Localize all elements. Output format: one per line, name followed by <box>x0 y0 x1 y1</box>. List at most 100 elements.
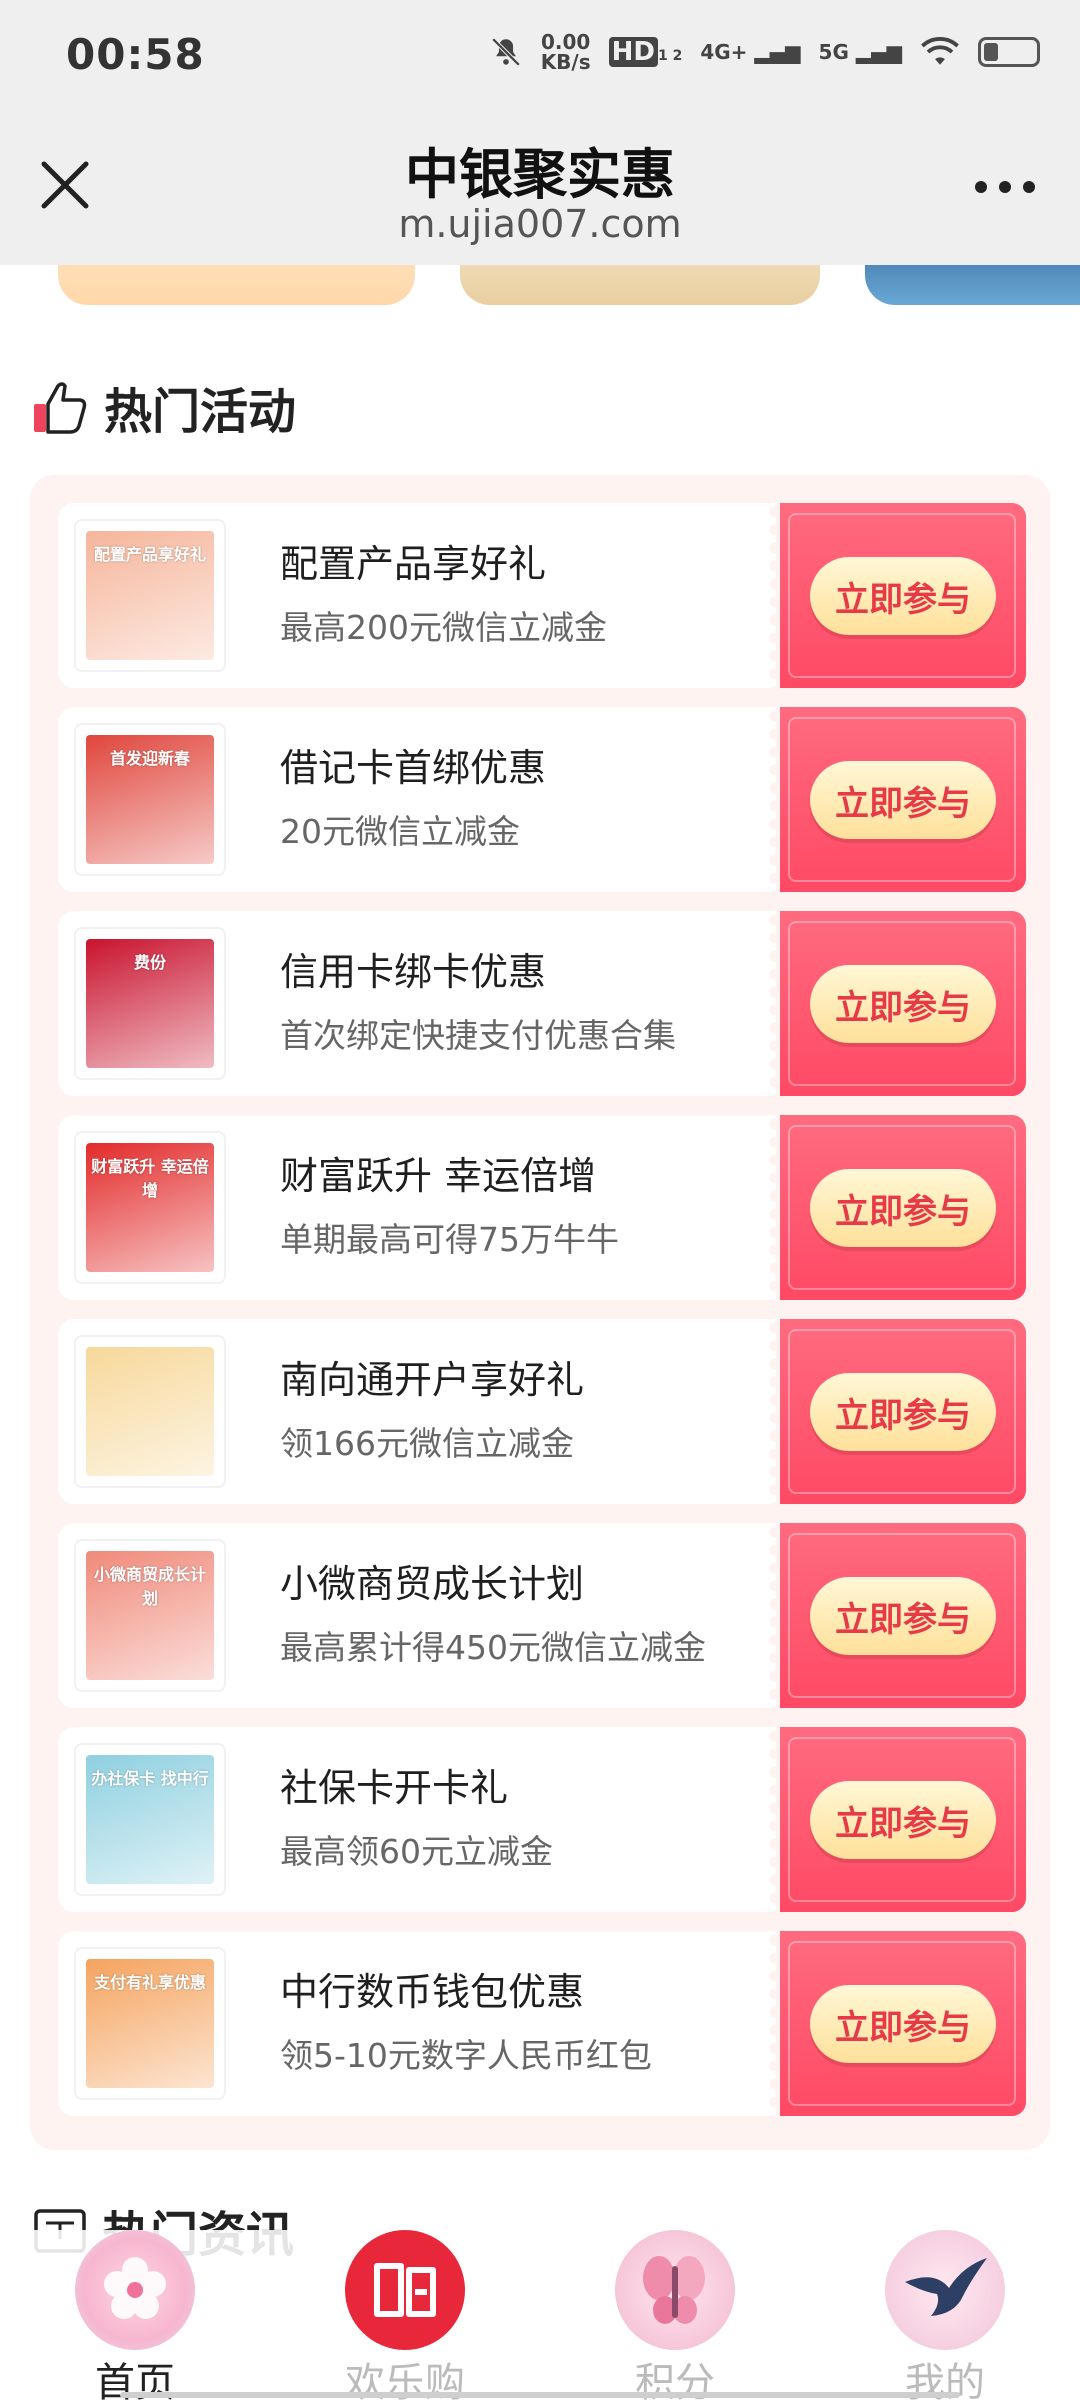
activity-thumbnail-caption: 首发迎新春 <box>109 749 190 768</box>
activity-subtitle: 单期最高可得75万牛牛 <box>280 1220 619 1259</box>
activity-thumbnail[interactable]: 办社保卡 找中行 <box>74 1743 226 1896</box>
battery-icon <box>978 37 1040 67</box>
mute-bell-icon <box>491 37 520 67</box>
activity-subtitle: 最高累计得450元微信立减金 <box>280 1628 706 1667</box>
activity-thumbnail-caption: 办社保卡 找中行 <box>91 1769 209 1788</box>
activity-card[interactable]: 办社保卡 找中行 社保卡开卡礼最高领60元立减金 立即参与 <box>58 1727 1026 1912</box>
browser-title-bar: 中银聚实惠 m.ujia007.com <box>0 110 1080 265</box>
shopping-gou-icon <box>345 2230 465 2350</box>
activity-cta-area[interactable]: 立即参与 <box>780 503 1026 688</box>
join-now-button[interactable]: 立即参与 <box>810 1985 996 2063</box>
activity-card[interactable]: 配置产品享好礼 配置产品享好礼最高200元微信立减金 立即参与 <box>58 503 1026 688</box>
signal-4g: 4G+ ▂▄▆ <box>700 40 801 64</box>
bottom-navigation: 首页 欢乐购 积分 我的 <box>0 2230 1080 2406</box>
activity-subtitle: 首次绑定快捷支付优惠合集 <box>280 1016 676 1055</box>
activity-thumbnail-image <box>86 1347 214 1476</box>
activity-card-body[interactable]: 南向通开户享好礼领166元微信立减金 <box>58 1319 776 1504</box>
activity-cta-area[interactable]: 立即参与 <box>780 1115 1026 1300</box>
activity-card-body[interactable]: 财富跃升 幸运倍增 财富跃升 幸运倍增单期最高可得75万牛牛 <box>58 1115 776 1300</box>
home-indicator <box>120 2392 960 2398</box>
activity-thumbnail[interactable]: 首发迎新春 <box>74 723 226 876</box>
activity-thumbnail-caption: 支付有礼享优惠 <box>93 1973 206 1992</box>
join-now-button[interactable]: 立即参与 <box>810 965 996 1043</box>
activity-subtitle: 最高200元微信立减金 <box>280 608 607 647</box>
activity-subtitle: 领5-10元数字人民币红包 <box>280 2036 652 2075</box>
status-time: 00:58 <box>66 30 205 79</box>
activity-thumbnail[interactable] <box>74 1335 226 1488</box>
activity-thumbnail[interactable]: 配置产品享好礼 <box>74 519 226 672</box>
status-bar: 00:58 0.00 KB/s HD 1 2 4G+ ▂▄▆ 5G ▂▄▆ <box>0 0 1080 110</box>
activity-card-body[interactable]: 办社保卡 找中行 社保卡开卡礼最高领60元立减金 <box>58 1727 776 1912</box>
activity-subtitle: 最高领60元立减金 <box>280 1832 553 1871</box>
cherry-blossom-icon <box>75 2230 195 2350</box>
activity-title: 财富跃升 幸运倍增 <box>280 1154 597 1198</box>
join-now-button[interactable]: 立即参与 <box>810 1373 996 1451</box>
swallow-icon <box>885 2230 1005 2350</box>
nav-label: 我的 <box>905 2360 985 2406</box>
more-options-button[interactable] <box>970 172 1040 202</box>
butterfly-icon <box>615 2230 735 2350</box>
banner-image[interactable] <box>865 265 1080 305</box>
activity-list: 配置产品享好礼 配置产品享好礼 最高200元微信立减金 立即参与 首发迎新春 借记卡首绑优… <box>30 475 1050 2150</box>
nav-points[interactable]: 积分 <box>575 2230 775 2406</box>
activity-thumbnail-caption: 费份 <box>133 953 166 972</box>
hd-indicator: HD 1 2 <box>608 37 682 67</box>
activity-card[interactable]: 费份 信用卡绑卡优惠首次绑定快捷支付优惠合集 立即参与 <box>58 911 1026 1096</box>
banner-carousel[interactable] <box>0 265 1080 310</box>
nav-label: 首页 <box>95 2360 175 2406</box>
activity-card[interactable]: 支付有礼享优惠 中行数币钱包优惠领5-10元数字人民币红包 立即参与 <box>58 1931 1026 2116</box>
thumbs-up-icon <box>34 382 87 434</box>
activity-card-body[interactable]: 支付有礼享优惠 中行数币钱包优惠领5-10元数字人民币红包 <box>58 1931 776 2116</box>
activity-card-body[interactable]: 费份 信用卡绑卡优惠首次绑定快捷支付优惠合集 <box>58 911 776 1096</box>
join-now-button[interactable]: 立即参与 <box>810 761 996 839</box>
activity-card[interactable]: 小微商贸成长计划 小微商贸成长计划最高累计得450元微信立减金 立即参与 <box>58 1523 1026 1708</box>
activity-thumbnail[interactable]: 小微商贸成长计划 <box>74 1539 226 1692</box>
nav-home[interactable]: 首页 <box>35 2230 235 2406</box>
hot-activities-title: 热门活动 <box>104 384 297 440</box>
activity-card-body[interactable]: 配置产品享好礼 配置产品享好礼最高200元微信立减金 <box>58 503 776 688</box>
activity-title: 借记卡首绑优惠 <box>280 746 547 790</box>
activity-cta-area[interactable]: 立即参与 <box>780 911 1026 1096</box>
banner-image[interactable] <box>460 265 820 305</box>
activity-card-body[interactable]: 小微商贸成长计划 小微商贸成长计划最高累计得450元微信立减金 <box>58 1523 776 1708</box>
page-title: 中银聚实惠 <box>405 143 675 206</box>
activity-title: 小微商贸成长计划 <box>280 1562 585 1606</box>
activity-title: 配置产品享好礼 <box>280 542 547 586</box>
join-now-button[interactable]: 立即参与 <box>810 1169 996 1247</box>
status-icons: 0.00 KB/s HD 1 2 4G+ ▂▄▆ 5G ▂▄▆ <box>489 32 1040 72</box>
nav-label: 积分 <box>635 2360 715 2406</box>
activity-cta-area[interactable]: 立即参与 <box>780 707 1026 892</box>
banner-image[interactable] <box>58 265 415 305</box>
activity-title: 信用卡绑卡优惠 <box>280 950 547 994</box>
activity-thumbnail-caption: 小微商贸成长计划 <box>93 1565 206 1608</box>
join-now-button[interactable]: 立即参与 <box>810 557 996 635</box>
signal-5g: 5G ▂▄▆ <box>818 40 902 64</box>
activity-card[interactable]: 南向通开户享好礼 领166元微信立减金 立即参与 <box>58 1319 1026 1504</box>
nav-label: 欢乐购 <box>345 2360 465 2406</box>
activity-thumbnail-caption: 财富跃升 幸运倍增 <box>91 1157 209 1200</box>
page-url: m.ujia007.com <box>398 202 682 246</box>
activity-thumbnail[interactable]: 财富跃升 幸运倍增 <box>74 1131 226 1284</box>
activity-title: 社保卡开卡礼 <box>280 1766 509 1810</box>
activity-title: 南向通开户享好礼 <box>280 1358 585 1402</box>
net-speed: 0.00 KB/s <box>540 30 591 74</box>
activity-title: 中行数币钱包优惠 <box>280 1970 585 2014</box>
nav-happy-shop[interactable]: 欢乐购 <box>305 2230 505 2406</box>
activity-card[interactable]: 财富跃升 幸运倍增 财富跃升 幸运倍增单期最高可得75万牛牛 立即参与 <box>58 1115 1026 1300</box>
activity-subtitle: 领166元微信立减金 <box>280 1424 574 1463</box>
activity-cta-area[interactable]: 立即参与 <box>780 1319 1026 1504</box>
activity-cta-area[interactable]: 立即参与 <box>780 1727 1026 1912</box>
activity-card-body[interactable]: 首发迎新春 借记卡首绑优惠 20元微信立减金 <box>58 707 776 892</box>
activity-subtitle: 20元微信立减金 <box>280 812 520 851</box>
join-now-button[interactable]: 立即参与 <box>810 1781 996 1859</box>
activity-cta-area[interactable]: 立即参与 <box>780 1523 1026 1708</box>
activity-thumbnail[interactable]: 费份 <box>74 927 226 1080</box>
activity-card[interactable]: 首发迎新春 借记卡首绑优惠 20元微信立减金 立即参与 <box>58 707 1026 892</box>
nav-mine[interactable]: 我的 <box>845 2230 1045 2406</box>
join-now-button[interactable]: 立即参与 <box>810 1577 996 1655</box>
activity-cta-area[interactable]: 立即参与 <box>780 1931 1026 2116</box>
wifi-icon <box>921 36 959 65</box>
activity-thumbnail-caption: 配置产品享好礼 <box>93 545 206 564</box>
activity-thumbnail[interactable]: 支付有礼享优惠 <box>74 1947 226 2100</box>
hot-activities-header: 热门活动 <box>32 372 296 442</box>
